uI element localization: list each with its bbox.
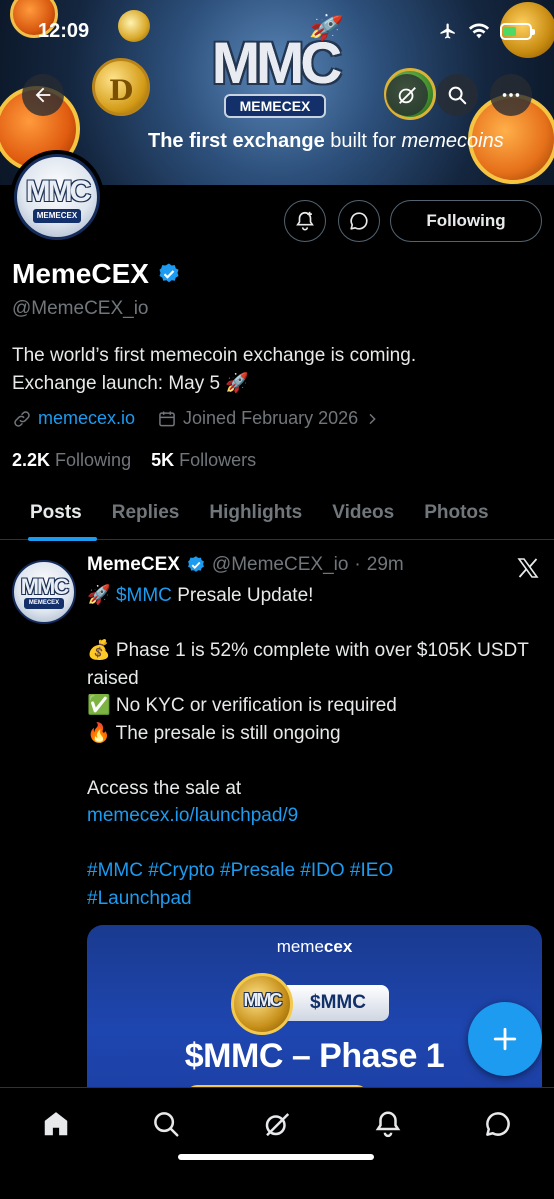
- tweet-author-avatar[interactable]: MMC MEMECEX: [12, 560, 76, 624]
- avatar-logo-text: MMC: [20, 574, 70, 599]
- tweet-header: MemeCEX @MemeCEX_io · 29m: [87, 554, 404, 576]
- tab-highlights[interactable]: Highlights: [194, 486, 317, 540]
- tweet-media-image[interactable]: memecex $MMC MMC $MMC – Phase 1: [87, 925, 542, 1100]
- tweet-text: 🚀 $MMC Presale Update! 💰 Phase 1 is 52% …: [87, 582, 537, 912]
- tab-posts[interactable]: Posts: [0, 486, 97, 541]
- more-icon: [502, 93, 520, 97]
- rocket-icon: 🚀: [307, 9, 345, 45]
- tweet-author-name[interactable]: MemeCEX: [87, 554, 180, 576]
- nav-notifications[interactable]: [368, 1104, 408, 1144]
- link-icon: [14, 410, 30, 427]
- bottom-navigation: [0, 1087, 554, 1199]
- back-button[interactable]: [22, 74, 64, 116]
- arrow-left-icon: [35, 87, 51, 103]
- tab-photos[interactable]: Photos: [409, 486, 503, 540]
- verified-badge-icon: [188, 556, 204, 572]
- coin-decoration: [118, 10, 150, 42]
- status-icons: [438, 22, 535, 40]
- nav-search[interactable]: [146, 1104, 186, 1144]
- banner-logo-ribbon: MEMECEX: [224, 94, 326, 118]
- bell-icon: [375, 1111, 401, 1138]
- media-brand: memecex: [276, 937, 353, 956]
- tab-videos[interactable]: Videos: [317, 486, 409, 540]
- avatar-image: MMC MEMECEX: [14, 154, 100, 240]
- calendar-icon: [159, 411, 175, 426]
- compose-button[interactable]: [468, 1002, 542, 1076]
- tab-replies[interactable]: Replies: [97, 486, 195, 540]
- tweet-hashtag-launchpad[interactable]: #Launchpad: [87, 885, 537, 913]
- chevron-right-icon[interactable]: [364, 411, 380, 427]
- media-coin-logo: MMC: [231, 973, 293, 1035]
- verified-badge-icon: [159, 263, 179, 283]
- follow-counts: 2.2K Following 5K Followers: [12, 450, 256, 471]
- grok-button[interactable]: [386, 74, 428, 116]
- tweet-link[interactable]: memecex.io/launchpad/9: [87, 805, 298, 826]
- tweet-time[interactable]: 29m: [367, 554, 404, 576]
- profile-handle: @MemeCEX_io: [12, 298, 149, 319]
- wifi-icon: [468, 23, 490, 39]
- notifications-button[interactable]: [284, 200, 326, 242]
- message-icon: [350, 212, 368, 230]
- banner-tagline: The first exchange built for memecoins: [148, 130, 504, 152]
- tweet-separator: ·: [354, 554, 361, 575]
- airplane-icon: [440, 23, 455, 39]
- avatar-logo-text: MMC: [25, 175, 92, 208]
- home-indicator[interactable]: [178, 1154, 374, 1160]
- search-icon: [154, 1112, 179, 1137]
- doge-coin-decoration: D: [92, 58, 150, 116]
- grok-icon: [398, 87, 416, 104]
- tweet-author-handle[interactable]: @MemeCEX_io: [212, 554, 349, 576]
- search-icon: [448, 86, 467, 105]
- nav-messages[interactable]: [478, 1104, 518, 1144]
- battery-icon: [500, 22, 535, 40]
- profile-avatar[interactable]: MMC MEMECEX: [10, 150, 104, 244]
- grok-icon: [265, 1113, 290, 1137]
- media-ticker: $MMC: [287, 985, 389, 1021]
- plus-icon: [493, 1027, 517, 1051]
- profile-bio: The world’s first memecoin exchange is c…: [12, 345, 417, 394]
- status-time: 12:09: [38, 20, 90, 42]
- bell-plus-icon: [296, 211, 314, 231]
- x-logo-icon: [516, 556, 540, 585]
- message-button[interactable]: [338, 200, 380, 242]
- followers-count[interactable]: 5K Followers: [151, 450, 256, 471]
- nav-home[interactable]: [36, 1104, 76, 1144]
- messages-icon: [486, 1112, 510, 1136]
- joined-date: Joined February 2026: [183, 408, 359, 428]
- profile-tabs: Posts Replies Highlights Videos Photos: [0, 486, 554, 541]
- following-count[interactable]: 2.2K Following: [12, 450, 131, 471]
- following-button[interactable]: Following: [390, 200, 542, 242]
- home-icon: [44, 1112, 68, 1136]
- website-link[interactable]: memecex.io: [38, 408, 135, 429]
- search-button[interactable]: [436, 74, 478, 116]
- profile-meta: memecex.io Joined February 2026: [12, 408, 380, 429]
- cashtag-link[interactable]: $MMC: [116, 585, 172, 606]
- more-button[interactable]: [490, 74, 532, 116]
- tweet-hashtags[interactable]: #MMC #Crypto #Presale #IDO #IEO: [87, 857, 537, 885]
- banner-logo: MMC MEMECEX 🚀: [210, 9, 345, 118]
- nav-grok[interactable]: [257, 1104, 297, 1144]
- avatar-logo-ribbon: MEMECEX: [24, 598, 64, 609]
- display-name: MemeCEX: [12, 258, 181, 290]
- avatar-logo-ribbon: MEMECEX: [33, 209, 81, 223]
